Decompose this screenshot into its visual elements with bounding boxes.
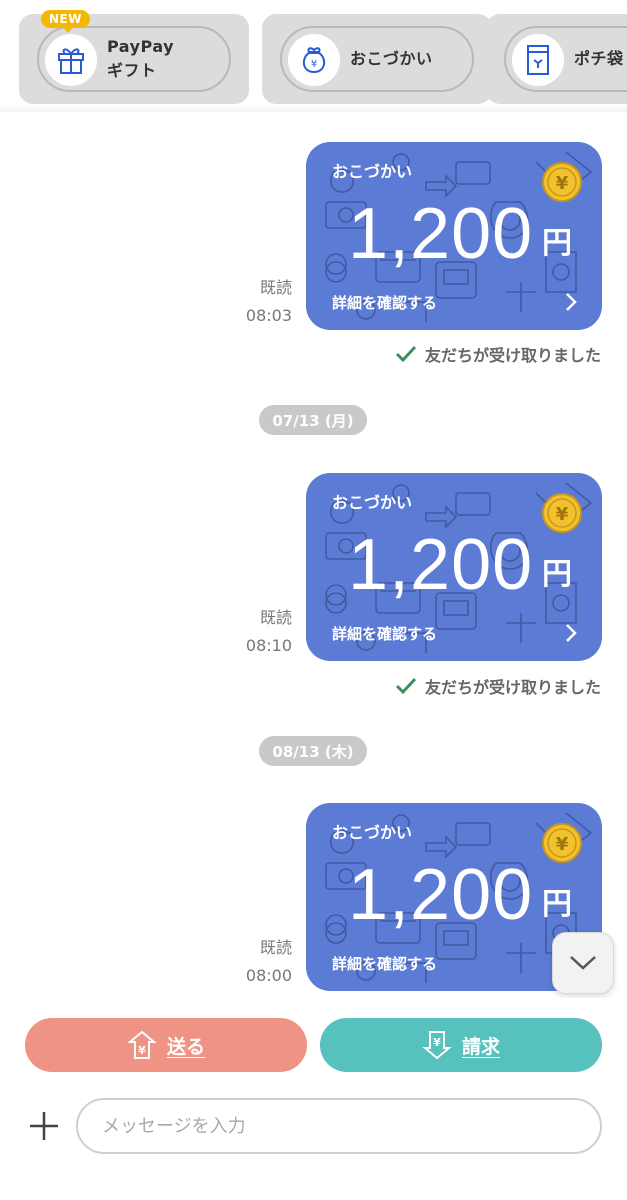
- date-separator: 08/13 (木): [259, 736, 367, 766]
- shortcut-okozukai[interactable]: ¥ おこづかい: [262, 14, 492, 104]
- yen-coin-icon: ¥: [542, 493, 582, 533]
- send-button[interactable]: ¥ 送る: [25, 1018, 307, 1072]
- shortcut-paypay-gift[interactable]: PayPay ギフト NEW: [19, 10, 249, 104]
- request-label: 請求: [461, 1035, 500, 1058]
- message-input[interactable]: [76, 1098, 602, 1154]
- svg-text:¥: ¥: [138, 1044, 146, 1057]
- check-icon: [395, 345, 417, 363]
- bottom-bar: ¥ 送る ¥ 請求: [0, 998, 627, 1200]
- plus-icon[interactable]: [28, 1110, 60, 1142]
- okozukai-card[interactable]: おこづかい ¥ 1,200 円 詳細を確認する: [306, 142, 602, 330]
- yen-coin-icon: ¥: [542, 823, 582, 863]
- send-yen-icon: ¥: [127, 1030, 157, 1059]
- message-time: 08:00: [245, 966, 292, 985]
- envelope-icon: [512, 34, 564, 86]
- svg-text:¥: ¥: [433, 1036, 441, 1049]
- card-amount: 1,200: [348, 525, 534, 605]
- card-detail-link[interactable]: 詳細を確認する: [332, 623, 437, 644]
- read-receipt: 既読: [259, 938, 292, 957]
- card-unit: 円: [542, 557, 572, 592]
- yen-coin-icon: ¥: [542, 162, 582, 202]
- card-title: おこづかい: [332, 493, 413, 512]
- shortcut-label: PayPay ギフト: [107, 28, 174, 90]
- shortcut-label-line2: ギフト: [107, 61, 157, 80]
- shortcut-strip: PayPay ギフト NEW ¥ おこづかい ポチ袋: [0, 0, 627, 112]
- card-amount: 1,200: [348, 194, 534, 274]
- money-pouch-icon: ¥: [288, 34, 340, 86]
- svg-text:¥: ¥: [556, 173, 569, 194]
- date-separator: 07/13 (月): [259, 405, 367, 435]
- shortcut-label-line1: PayPay: [107, 37, 175, 56]
- shortcut-label: おこづかい: [350, 49, 433, 68]
- message-time: 08:10: [245, 636, 292, 655]
- read-receipt: 既読: [259, 608, 292, 627]
- received-status: 友だちが受け取りました: [395, 342, 601, 366]
- shortcut-pochibukuro[interactable]: ポチ袋: [486, 14, 627, 104]
- read-receipt: 既読: [259, 278, 292, 297]
- chevron-down-icon: [570, 956, 596, 970]
- chevron-right-icon: [566, 293, 577, 311]
- shortcut-pill: PayPay ギフト: [37, 26, 231, 92]
- card-title: おこづかい: [332, 162, 413, 181]
- request-yen-icon: ¥: [422, 1031, 452, 1060]
- gift-icon: [45, 34, 97, 86]
- svg-text:¥: ¥: [311, 59, 317, 70]
- shortcut-pill: ¥ おこづかい: [280, 26, 474, 92]
- chevron-right-icon: [566, 624, 577, 642]
- received-text: 友だちが受け取りました: [424, 678, 601, 697]
- message-time: 08:03: [245, 306, 292, 325]
- okozukai-card[interactable]: おこづかい ¥ 1,200 円 詳細を確認する: [306, 473, 602, 661]
- card-unit: 円: [542, 887, 572, 922]
- received-status: 友だちが受け取りました: [395, 674, 601, 698]
- send-label: 送る: [166, 1035, 205, 1058]
- svg-text:¥: ¥: [556, 504, 569, 525]
- card-detail-link[interactable]: 詳細を確認する: [332, 292, 437, 313]
- shortcut-label: ポチ袋: [574, 49, 624, 68]
- received-text: 友だちが受け取りました: [424, 346, 601, 365]
- svg-text:¥: ¥: [556, 834, 569, 855]
- shortcut-pill: ポチ袋: [504, 26, 627, 92]
- request-button[interactable]: ¥ 請求: [320, 1018, 602, 1072]
- scroll-down-button[interactable]: [552, 932, 614, 994]
- card-unit: 円: [542, 226, 572, 261]
- card-title: おこづかい: [332, 823, 413, 842]
- card-amount: 1,200: [348, 855, 534, 935]
- card-detail-link[interactable]: 詳細を確認する: [332, 953, 437, 974]
- new-badge: NEW: [41, 10, 90, 33]
- check-icon: [395, 677, 417, 695]
